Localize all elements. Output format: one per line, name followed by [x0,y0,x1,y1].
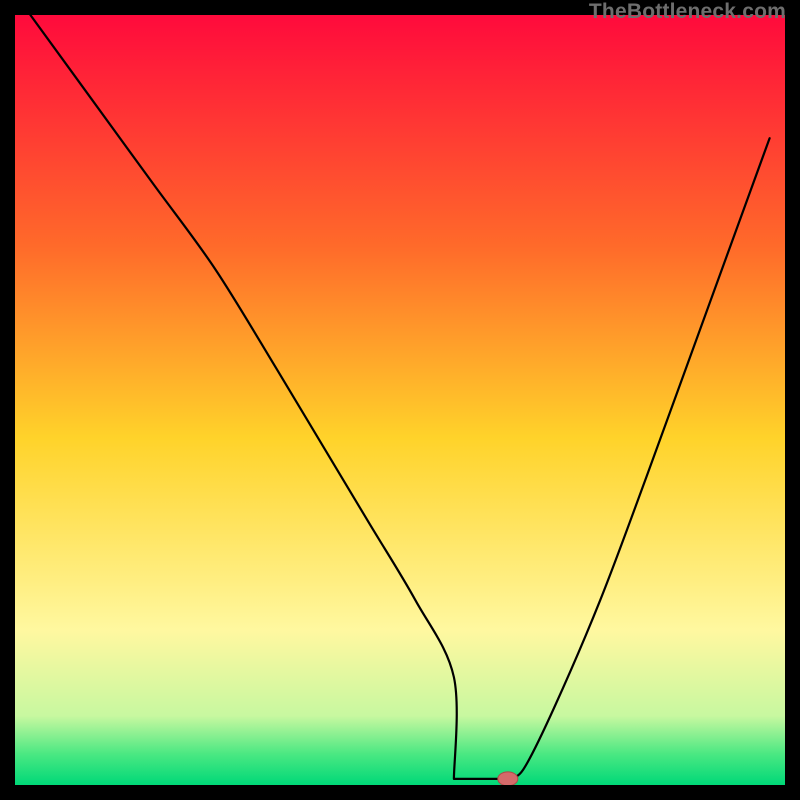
plot-area [15,15,785,785]
gradient-background [15,15,785,785]
optimal-marker [498,772,518,785]
chart-svg [15,15,785,785]
watermark: TheBottleneck.com [589,0,786,24]
